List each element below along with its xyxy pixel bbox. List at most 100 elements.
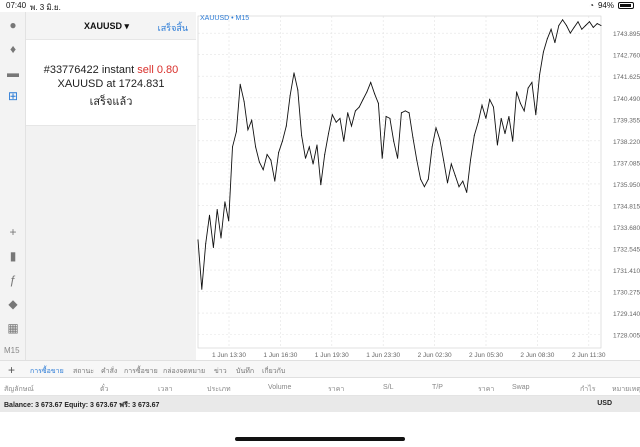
price-point xyxy=(331,114,333,116)
price-point xyxy=(496,144,498,146)
price-point xyxy=(301,135,303,136)
col-price: ราคา xyxy=(328,386,345,393)
price-point xyxy=(427,178,429,180)
balance-bar: Balance: 3 673.67 Equity: 3 673.67 ฟรี: … xyxy=(0,396,640,412)
tab-positions[interactable]: สถานะ xyxy=(73,366,94,377)
price-point xyxy=(201,288,203,290)
price-point xyxy=(374,93,376,95)
col-tp: T/P xyxy=(432,384,443,391)
price-tick-label: 1743.895 xyxy=(613,31,640,38)
price-point xyxy=(351,125,352,127)
price-point xyxy=(397,157,399,159)
add-icon[interactable]: + xyxy=(8,363,15,377)
wifi-icon: ◔ xyxy=(589,1,594,10)
tab-orders[interactable]: คำสั่ง xyxy=(101,366,117,377)
tab-about[interactable]: เกี่ยวกับ xyxy=(262,366,285,377)
price-point xyxy=(320,184,322,186)
price-point xyxy=(366,91,368,93)
objects-icon[interactable]: ◆ xyxy=(6,297,20,311)
price-point xyxy=(558,25,560,26)
price-point xyxy=(247,129,249,131)
price-point xyxy=(289,95,291,97)
price-point xyxy=(243,100,245,102)
new-order-icon[interactable]: ⊞ xyxy=(6,89,20,103)
status-bar: 07:40 พ. 3 มิ.ย. ◔ 94% xyxy=(0,0,640,12)
price-point xyxy=(258,161,260,163)
price-point xyxy=(577,21,579,23)
price-point xyxy=(539,74,541,76)
templates-icon[interactable]: ▦ xyxy=(6,321,20,335)
price-point xyxy=(393,140,395,142)
price-point xyxy=(197,239,199,241)
chart-symbol-label: XAUUSD • M15 xyxy=(200,15,250,22)
price-point xyxy=(216,209,218,210)
tab-mailbox[interactable]: กล่องจดหมาย xyxy=(163,366,205,377)
price-point xyxy=(209,214,210,216)
price-point xyxy=(293,72,295,74)
price-point xyxy=(224,201,226,203)
price-point xyxy=(255,146,257,148)
price-point xyxy=(370,81,372,83)
indicators-icon[interactable]: ƒ xyxy=(6,273,20,287)
order-action: sell 0.80 xyxy=(137,64,179,76)
order-status: เสร็จแล้ว xyxy=(89,96,133,108)
candlestick-icon[interactable]: ▮ xyxy=(6,249,20,263)
price-point xyxy=(412,136,414,138)
price-point xyxy=(569,32,571,34)
price-point xyxy=(466,191,468,193)
tab-deals[interactable]: การซื้อขาย xyxy=(124,366,158,377)
tab-trade[interactable]: การซื้อขาย xyxy=(30,366,64,382)
timeframe-button[interactable]: M15 xyxy=(4,346,20,355)
chat-icon[interactable]: ▬ xyxy=(6,66,20,80)
price-chart[interactable]: XAUUSD • M15 1743.895 1742.760 1741.625 174… xyxy=(197,12,640,360)
col-ticket: ตั๋ว xyxy=(100,386,109,393)
signal-icon[interactable]: ♦ xyxy=(6,42,20,56)
time-tick-label: 1 Jun 13:30 xyxy=(212,352,246,359)
symbol-selector[interactable]: XAUUSD ▾ xyxy=(84,21,129,32)
panel-background xyxy=(26,126,196,360)
price-point xyxy=(228,220,230,222)
price-point xyxy=(420,178,422,180)
price-point xyxy=(554,42,556,44)
price-tick-label: 1735.950 xyxy=(613,182,640,189)
price-point xyxy=(516,91,518,93)
col-sl: S/L xyxy=(383,384,394,391)
done-button[interactable]: เสร็จสิ้น xyxy=(158,21,188,35)
battery-percent: 94% xyxy=(597,1,614,10)
price-point xyxy=(235,131,237,133)
col-comment: หมายเหตุ xyxy=(612,386,640,393)
crosshair-icon[interactable]: + xyxy=(6,225,20,239)
price-tick-label: 1742.760 xyxy=(613,53,640,60)
price-point xyxy=(439,138,441,140)
price-point xyxy=(251,119,253,121)
price-point xyxy=(562,19,564,21)
plot-frame xyxy=(197,15,602,349)
price-tick-label: 1738.220 xyxy=(613,139,640,146)
time-tick-label: 2 Jun 08:30 xyxy=(520,352,554,359)
price-tick-label: 1732.545 xyxy=(613,246,640,253)
time-tick-label: 2 Jun 11:30 xyxy=(572,352,606,359)
price-point xyxy=(385,116,387,117)
account-icon[interactable]: ● xyxy=(6,18,20,32)
col-type: ประเภท xyxy=(207,386,231,393)
price-point xyxy=(324,154,326,155)
price-point xyxy=(508,116,510,117)
battery-icon xyxy=(618,2,634,9)
price-point xyxy=(546,38,548,40)
time-tick-label: 1 Jun 19:30 xyxy=(315,352,349,359)
chart-canvas[interactable]: 1743.895 1742.760 1741.625 1740.490 1739.355… xyxy=(197,12,640,360)
tab-journal[interactable]: บันทึก xyxy=(236,366,254,377)
price-point xyxy=(278,152,280,154)
price-point xyxy=(308,146,310,148)
price-tick-label: 1737.085 xyxy=(613,160,640,167)
panel-header: XAUUSD ▾ เสร็จสิ้น xyxy=(26,12,196,40)
price-point xyxy=(328,133,329,135)
price-point xyxy=(519,102,521,104)
price-point xyxy=(596,23,598,25)
price-point xyxy=(270,159,272,161)
tab-news[interactable]: ข่าว xyxy=(214,366,227,377)
price-point xyxy=(362,99,364,100)
price-point xyxy=(339,117,341,119)
price-point xyxy=(354,110,356,112)
trade-table-header: สัญลักษณ์ ตั๋ว เวลา ประเภท Volume ราคา S… xyxy=(0,378,640,396)
